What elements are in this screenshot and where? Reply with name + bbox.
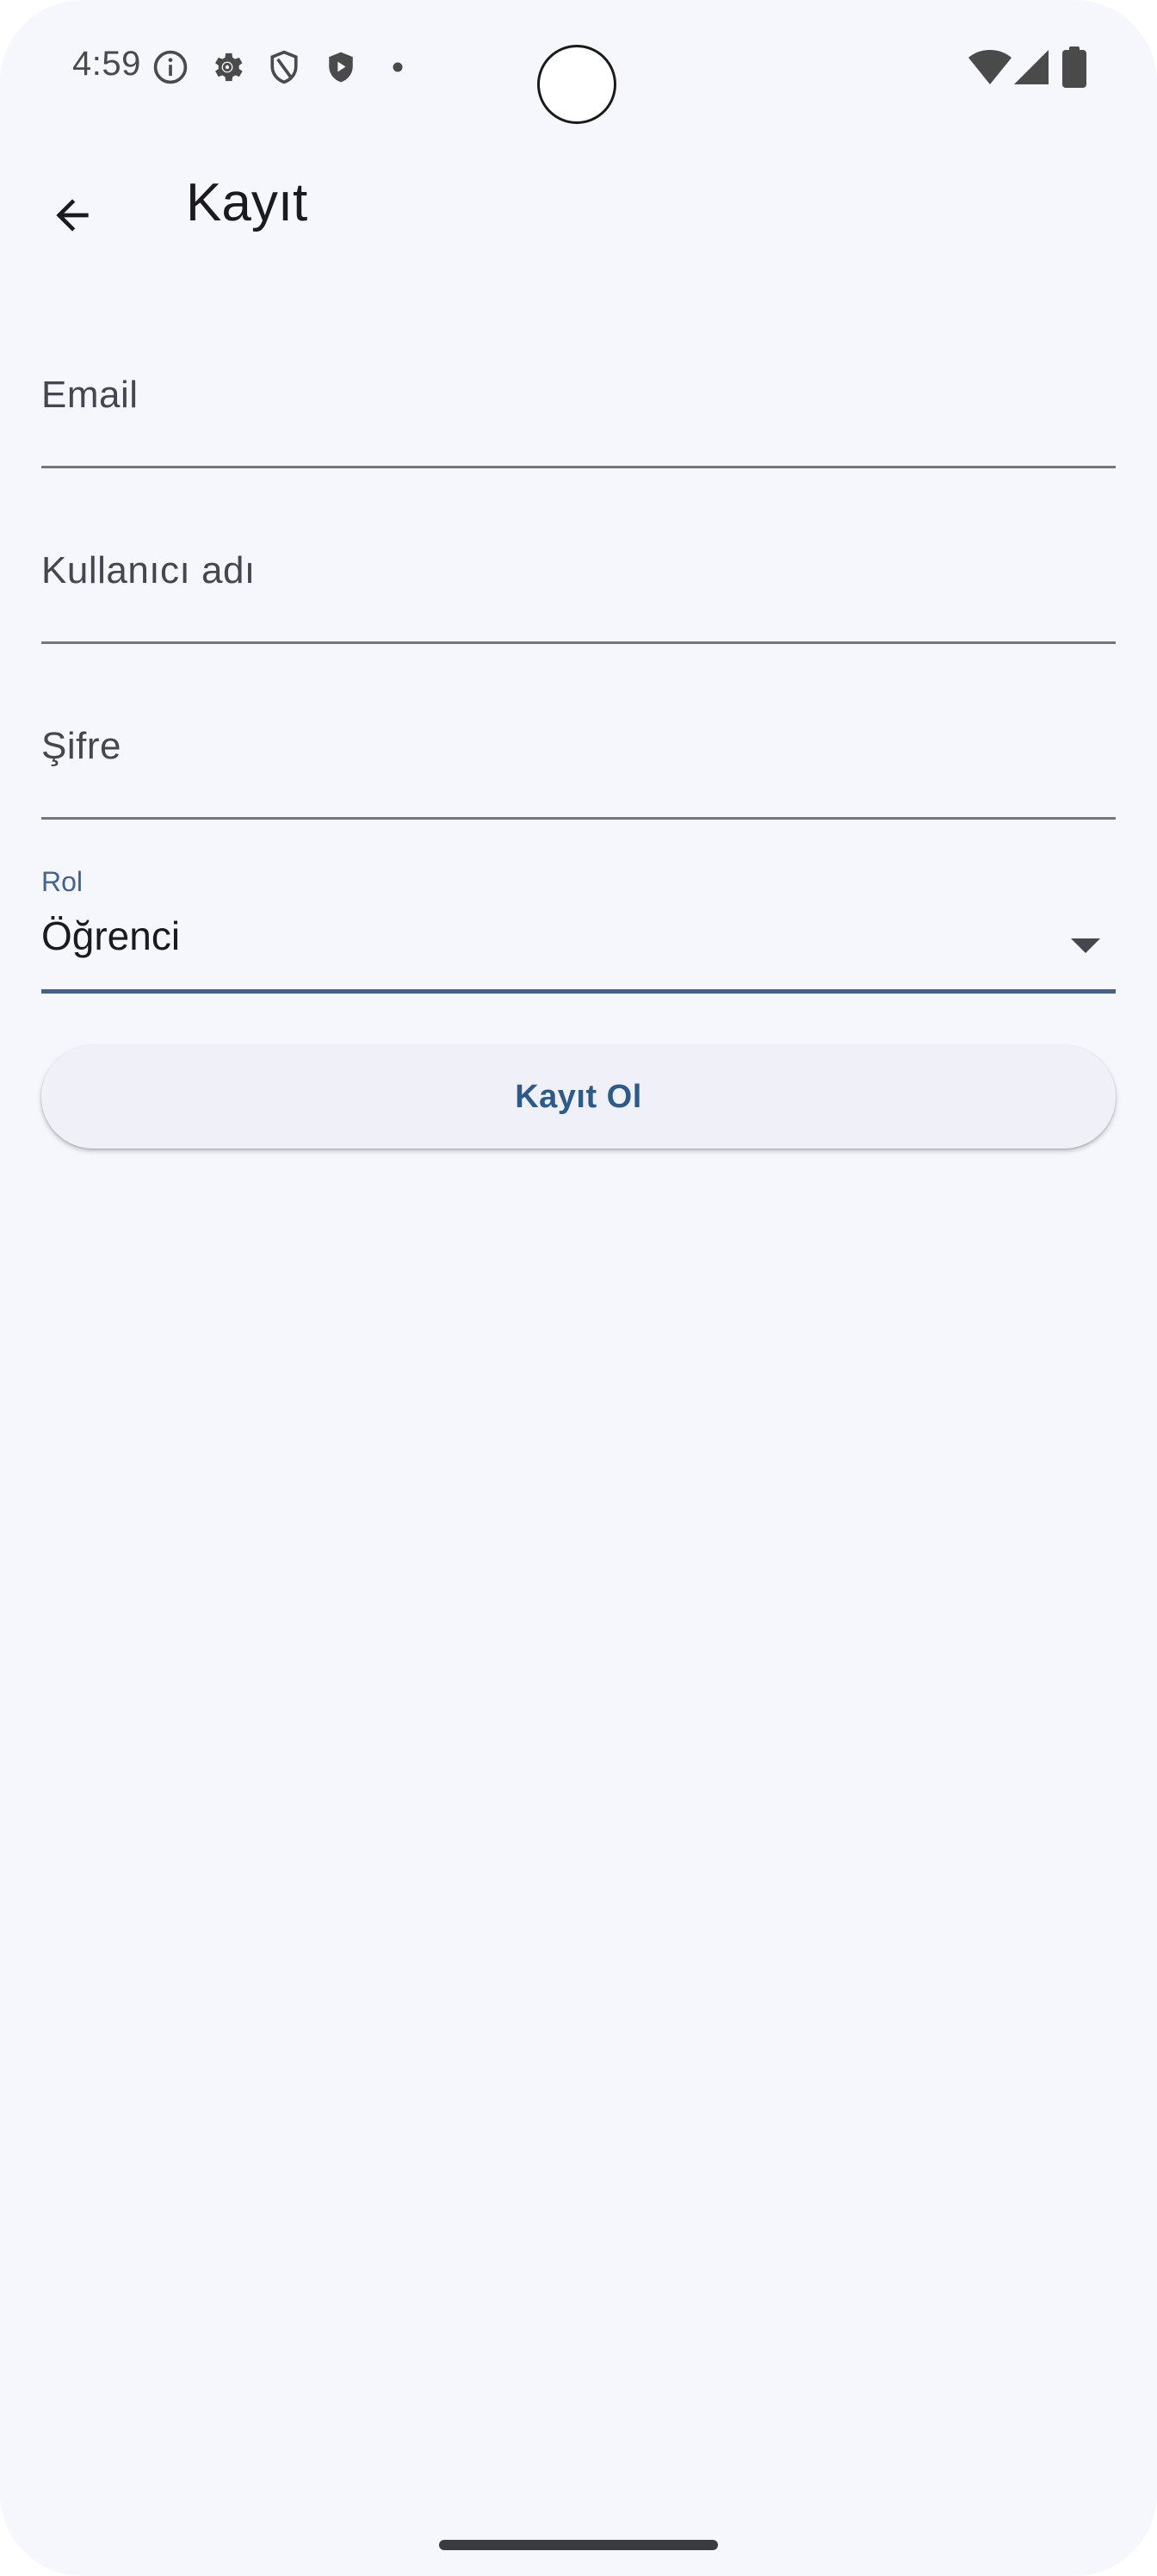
username-label: Kullanıcı adı — [41, 549, 256, 591]
email-label: Email — [41, 374, 139, 416]
role-dropdown[interactable]: Rol Öğrenci — [41, 866, 1116, 994]
dropdown-arrow-icon — [1071, 938, 1100, 953]
back-button[interactable] — [38, 181, 107, 250]
shield-icon — [270, 50, 298, 84]
username-field[interactable]: Kullanıcı adı — [41, 529, 1116, 644]
password-underline — [41, 817, 1116, 820]
password-field[interactable]: Şifre — [41, 704, 1116, 820]
signal-icon — [1014, 50, 1049, 84]
page-title: Kayıt — [186, 173, 308, 232]
info-icon — [153, 50, 188, 84]
battery-icon — [1062, 46, 1086, 88]
email-field[interactable]: Email — [41, 353, 1116, 468]
status-bar: 4:59 — [0, 0, 1157, 138]
home-indicator[interactable] — [439, 2540, 718, 2550]
email-underline — [41, 466, 1116, 468]
dot-icon — [393, 62, 403, 72]
username-underline — [41, 641, 1116, 644]
play-protect-icon — [329, 52, 353, 83]
arrow-back-icon — [56, 199, 89, 232]
role-underline — [41, 989, 1116, 994]
password-label: Şifre — [41, 725, 121, 767]
role-selected-value: Öğrenci — [41, 913, 181, 958]
app-screen: 4:59 Kayıt Email Kullanıcı adı Şifre Rol… — [0, 0, 1157, 2576]
register-button[interactable]: Kayıt Ol — [41, 1045, 1116, 1149]
wifi-icon — [968, 50, 1012, 84]
status-time: 4:59 — [72, 45, 141, 83]
role-label: Rol — [41, 866, 84, 897]
app-bar: Kayıt — [0, 155, 1157, 262]
settings-icon — [215, 53, 243, 82]
camera-cutout — [537, 45, 616, 124]
